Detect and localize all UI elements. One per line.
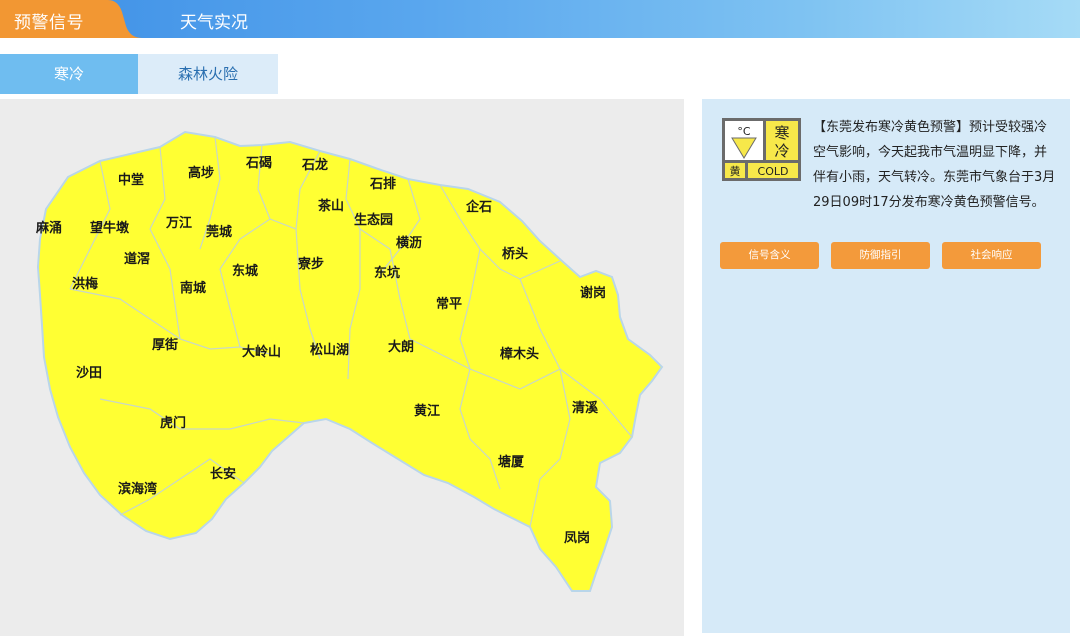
label-wanjiang: 万江 (165, 215, 192, 231)
label-zhongtang: 中堂 (118, 172, 144, 188)
label-dongcheng: 东城 (232, 263, 258, 279)
warning-info-panel: °C 寒 冷 黄 COLD 【东莞发布寒冷黄色预警】预计受较强冷空气影响，今天起… (702, 99, 1070, 633)
label-changan: 长安 (210, 466, 236, 482)
header-bar: 预警信号 天气实况 (0, 0, 1080, 38)
label-changping: 常平 (436, 296, 462, 312)
label-huangjiang: 黄江 (414, 403, 440, 419)
label-nancheng: 南城 (180, 280, 206, 296)
warning-map: 中堂 高埗 石碣 石龙 石排 麻涌 望牛墩 万江 莞城 茶山 生态园 企石 横沥… (0, 99, 684, 636)
label-binhaiwan: 滨海湾 (118, 481, 157, 497)
label-tangxia: 塘厦 (498, 454, 525, 470)
label-xiegang: 谢岗 (580, 285, 606, 301)
social-response-button[interactable]: 社会响应 (942, 242, 1041, 269)
tab-weather-live[interactable]: 天气实况 (180, 8, 248, 33)
label-shipai: 石排 (369, 176, 396, 192)
icon-char-leng: 冷 (774, 142, 789, 160)
defense-guide-button[interactable]: 防御指引 (831, 242, 930, 269)
label-zhangmutou: 樟木头 (500, 346, 539, 362)
label-daojiao: 道滘 (124, 251, 150, 267)
label-qingxi: 清溪 (572, 400, 599, 416)
label-dalingshan: 大岭山 (242, 344, 281, 360)
subtab-cold[interactable]: 寒冷 (0, 54, 138, 94)
label-liaobu: 寮步 (297, 256, 324, 272)
subtab-forest-fire[interactable]: 森林火险 (138, 54, 278, 94)
warning-description: 【东莞发布寒冷黄色预警】预计受较强冷空气影响，今天起我市气温明显下降，并伴有小雨… (813, 120, 1056, 210)
label-guancheng: 莞城 (206, 224, 232, 240)
label-dongkeng: 东坑 (374, 265, 400, 281)
signal-meaning-button[interactable]: 信号含义 (720, 242, 819, 269)
cold-yellow-warning-icon: °C 寒 冷 黄 COLD (722, 118, 801, 181)
label-chashan: 茶山 (318, 198, 344, 214)
map-outline (36, 130, 664, 592)
tab-warning-signal[interactable]: 预警信号 (0, 0, 150, 38)
label-wangniudun: 望牛墩 (90, 220, 130, 236)
label-hongmei: 洪梅 (72, 276, 98, 292)
label-qishi: 企石 (465, 199, 492, 215)
label-fenggang: 凤岗 (564, 530, 590, 546)
label-mayong: 麻涌 (35, 220, 62, 236)
label-hengli: 横沥 (396, 235, 422, 251)
tab-warning-signal-label: 预警信号 (14, 13, 84, 33)
icon-level: 黄 (730, 164, 741, 178)
label-houjie: 厚街 (152, 337, 178, 353)
icon-cold-label: COLD (758, 165, 789, 178)
label-shatian: 沙田 (76, 366, 102, 381)
dongguan-map: 中堂 高埗 石碣 石龙 石排 麻涌 望牛墩 万江 莞城 茶山 生态园 企石 横沥… (35, 130, 664, 592)
label-dalang: 大朗 (388, 339, 414, 355)
icon-unit: °C (737, 125, 751, 138)
label-qiaotou: 桥头 (502, 246, 528, 262)
label-shijie: 石碣 (245, 156, 272, 171)
label-humen: 虎门 (160, 415, 186, 431)
label-gaobu: 高埗 (188, 165, 214, 181)
label-shengtaiyuan: 生态园 (354, 212, 393, 228)
label-songshanhu: 松山湖 (310, 342, 349, 358)
label-shilong: 石龙 (301, 157, 328, 173)
icon-char-han: 寒 (774, 124, 789, 142)
